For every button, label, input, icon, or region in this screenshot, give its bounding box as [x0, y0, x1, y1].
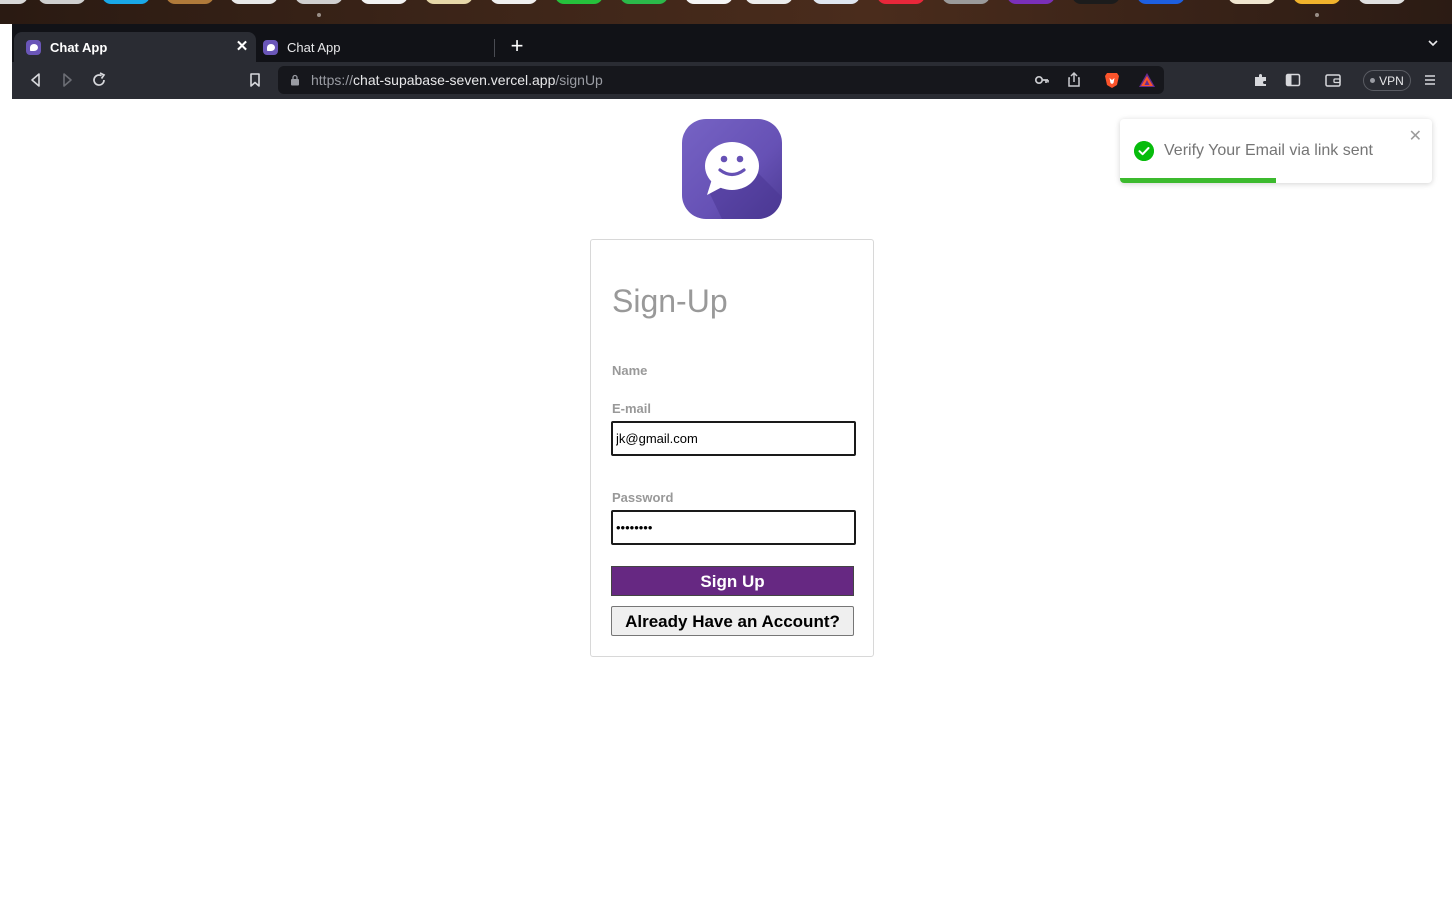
- macos-dock-strip: [0, 0, 1452, 24]
- dock-app-icon[interactable]: [490, 0, 538, 4]
- url-path: /signUp: [555, 72, 603, 88]
- browser-toolbar: https://chat-supabase-seven.vercel.app/s…: [12, 62, 1452, 99]
- toast-close-icon[interactable]: ✕: [1409, 126, 1422, 146]
- already-have-account-button[interactable]: Already Have an Account?: [611, 606, 854, 636]
- url-host: chat-supabase-seven.vercel.app: [353, 72, 556, 88]
- browser-window-chrome: Chat App ✕ Chat App + https://chat-supab…: [12, 24, 1452, 99]
- bookmark-icon[interactable]: [245, 70, 265, 90]
- toast-progress-bar: [1120, 178, 1276, 183]
- extensions-puzzle-icon[interactable]: [1251, 70, 1271, 90]
- email-field[interactable]: [611, 421, 856, 456]
- dock-app-icon[interactable]: [555, 0, 603, 4]
- brave-rewards-icon[interactable]: [1138, 72, 1156, 88]
- chat-app-favicon-icon: [263, 39, 278, 55]
- dock-app-icon[interactable]: [295, 0, 343, 4]
- success-toast: Verify Your Email via link sent ✕: [1120, 119, 1432, 183]
- password-label: Password: [612, 490, 674, 505]
- tab-chat-app[interactable]: Chat App: [260, 32, 492, 62]
- dock-app-icon[interactable]: [38, 0, 86, 4]
- tab-label: Chat App: [287, 39, 341, 55]
- share-icon[interactable]: [1064, 70, 1084, 90]
- dock-app-icon[interactable]: [230, 0, 278, 4]
- dock-app-icon[interactable]: [877, 0, 925, 4]
- chat-bubble-smile-icon: [705, 142, 782, 219]
- page-title: Sign-Up: [612, 283, 728, 319]
- password-field[interactable]: [611, 510, 856, 545]
- tab-label: Chat App: [50, 39, 108, 55]
- toast-message: Verify Your Email via link sent: [1164, 142, 1373, 159]
- close-tab-icon[interactable]: ✕: [234, 39, 250, 55]
- dock-app-icon[interactable]: [1228, 0, 1276, 4]
- signup-button[interactable]: Sign Up: [611, 566, 854, 596]
- brave-shields-icon[interactable]: [1104, 71, 1120, 89]
- url-text[interactable]: https://chat-supabase-seven.vercel.app/s…: [311, 72, 603, 88]
- tab-bar: Chat App ✕ Chat App +: [12, 24, 1452, 62]
- forward-icon[interactable]: [57, 70, 77, 90]
- dock-app-icon[interactable]: [1007, 0, 1055, 4]
- dock-app-icon[interactable]: [0, 0, 28, 4]
- vpn-status-dot-icon: [1370, 78, 1376, 83]
- signup-card: Sign-Up Name E-mail Password Sign Up Alr…: [590, 239, 874, 657]
- vpn-label: VPN: [1379, 73, 1404, 88]
- tab-separator: [494, 39, 495, 57]
- dock-app-icon[interactable]: [102, 0, 150, 4]
- address-bar[interactable]: https://chat-supabase-seven.vercel.app/s…: [278, 66, 1164, 94]
- chat-app-logo: [682, 119, 782, 219]
- new-tab-button[interactable]: +: [506, 34, 528, 58]
- url-scheme: https://: [311, 72, 354, 88]
- lock-icon[interactable]: [290, 74, 300, 86]
- back-icon[interactable]: [26, 70, 46, 90]
- sidebar-toggle-icon[interactable]: [1283, 70, 1303, 90]
- dock-app-icon[interactable]: [812, 0, 860, 4]
- success-check-icon: [1134, 141, 1154, 161]
- tab-chat-app-active[interactable]: Chat App ✕: [14, 32, 256, 62]
- reload-icon[interactable]: [89, 70, 109, 90]
- email-label: E-mail: [612, 401, 652, 416]
- dock-app-icon[interactable]: [1072, 0, 1120, 4]
- dock-app-icon[interactable]: [1137, 0, 1185, 4]
- tab-list-chevron-icon[interactable]: [1428, 38, 1438, 48]
- dock-app-icon[interactable]: [745, 0, 793, 4]
- vpn-button[interactable]: VPN: [1363, 70, 1411, 91]
- dock-running-indicator: [1315, 13, 1319, 17]
- dock-app-icon[interactable]: [620, 0, 668, 4]
- dock-running-indicator: [317, 13, 321, 17]
- dock-app-icon[interactable]: [685, 0, 733, 4]
- key-icon[interactable]: [1032, 70, 1052, 90]
- chat-app-favicon-icon: [26, 39, 41, 55]
- dock-app-icon[interactable]: [1293, 0, 1341, 4]
- dock-app-icon[interactable]: [166, 0, 214, 4]
- dock-app-icon[interactable]: [425, 0, 473, 4]
- name-label: Name: [612, 363, 648, 378]
- hamburger-menu-icon[interactable]: [1420, 70, 1440, 90]
- dock-app-icon[interactable]: [1358, 0, 1406, 4]
- wallet-icon[interactable]: [1323, 70, 1343, 90]
- dock-app-icon[interactable]: [942, 0, 990, 4]
- dock-app-icon[interactable]: [360, 0, 408, 4]
